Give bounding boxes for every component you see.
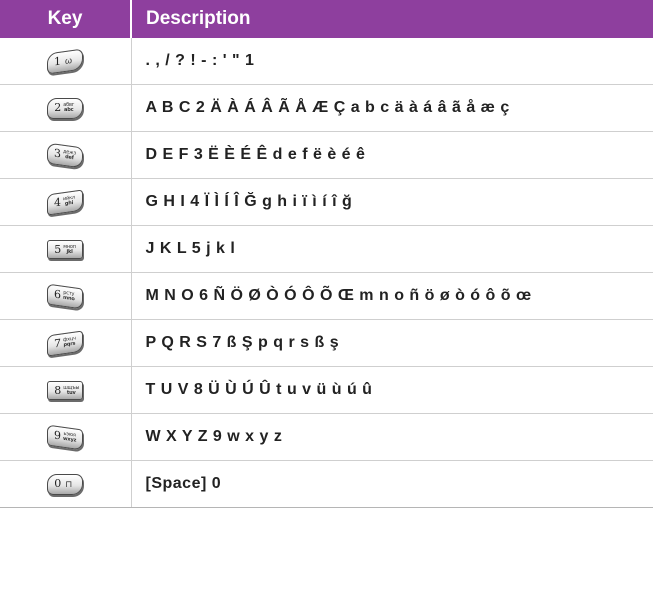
key-letters-latin: mno [63,294,75,302]
key-letters: дежз def [63,148,76,161]
key-letters: ьэюя wxyz [63,430,77,444]
key-4-icon: 4 ийкл ghi [47,188,84,216]
table-row: 6 рсту mno M N O 6 Ñ Ö Ø Ò Ó Ô Õ Œ m n o … [0,272,653,320]
description-cell: W X Y Z 9 w x y z [131,413,653,461]
voicemail-glyph: ω [65,54,73,66]
description-cell: . , / ? ! - : ' " 1 [131,38,653,85]
table-row: 5 мноп jkl J K L 5 j k l [0,225,653,273]
key-2-icon: 2 абвг abc [47,97,84,119]
key-cell: 8 шщъы tuv [0,366,132,414]
table-row: 7 фхцч pqrs P Q R S 7 ß Ş p q r s ß ş [0,319,653,367]
key-3-icon: 3 дежз def [47,141,84,169]
key-letters: рсту mno [63,289,75,302]
key-cell: 7 фхцч pqrs [0,319,132,367]
key-cell: 9 ьэюя wxyz [0,413,132,461]
table-row: 3 дежз def D E F 3 Ë È É Ê d e f ë è é ê [0,131,653,179]
table-row: 1 ω . , / ? ! - : ' " 1 [0,38,653,85]
table-header-row: Key Description [0,0,653,38]
key-letters: фхцч pqrs [63,335,76,348]
table-row: 0 ⊓ [Space] 0 [0,460,653,508]
description-cell: A B C 2 Ä À Á Â Ã Å Æ Ç a b c ä à á â ã … [131,84,653,132]
key-digit: 6 [54,286,62,301]
key-9-icon: 9 ьэюя wxyz [47,423,84,451]
key-digit: 2 [54,100,62,114]
space-glyph: ⊓ [65,478,73,489]
key-7-icon: 7 фхцч pqrs [47,329,84,357]
key-digit: 0 [54,476,62,490]
key-cell: 0 ⊓ [0,460,132,508]
key-digit: 1 [54,54,62,69]
key-1-icon: 1 ω [47,47,84,75]
key-digit: 7 [54,336,62,351]
key-letters-latin: abc [64,106,74,113]
description-cell: [Space] 0 [131,460,653,508]
key-cell: 6 рсту mno [0,272,132,320]
key-5-icon: 5 мноп jkl [47,239,84,259]
key-digit: 9 [54,427,62,442]
header-key: Key [0,0,132,38]
key-letters: ийкл ghi [63,194,75,207]
description-cell: G H I 4 Ï Ì Í Î Ğ g h i ï ì í î ğ [131,178,653,226]
key-8-icon: 8 шщъы tuv [47,380,84,400]
key-cell: 1 ω [0,38,132,85]
key-letters-latin: pqrs [63,340,76,348]
description-cell: M N O 6 Ñ Ö Ø Ò Ó Ô Õ Œ m n o ñ ö ø ò ó … [131,272,653,320]
description-cell: P Q R S 7 ß Ş p q r s ß ş [131,319,653,367]
key-letters-latin: wxyz [63,435,77,444]
key-cell: 3 дежз def [0,131,132,179]
key-digit: 5 [54,242,62,256]
key-letters: шщъы tuv [63,385,79,396]
key-letters-latin: tuv [66,389,76,396]
key-digit: 3 [54,145,62,160]
key-digit: 8 [54,383,62,397]
key-cell: 2 абвг abc [0,84,132,132]
key-letters-latin: ghi [65,199,74,207]
description-cell: T U V 8 Ü Ù Ú Û t u v ü ù ú û [131,366,653,414]
key-letters-latin: jkl [66,248,73,255]
key-cell: 4 ийкл ghi [0,178,132,226]
key-letters: мноп jkl [63,244,76,255]
table-row: 4 ийкл ghi G H I 4 Ï Ì Í Î Ğ g h i ï ì í … [0,178,653,226]
key-letters: абвг abc [63,102,74,113]
table-row: 9 ьэюя wxyz W X Y Z 9 w x y z [0,413,653,461]
description-cell: D E F 3 Ë È É Ê d e f ë è é ê [131,131,653,179]
key-0-icon: 0 ⊓ [47,473,84,495]
key-description-table: Key Description 1 ω . , / ? ! - : ' " 1 … [0,0,653,508]
key-6-icon: 6 рсту mno [47,282,84,310]
key-cell: 5 мноп jkl [0,225,132,273]
header-description: Description [131,0,653,38]
key-digit: 4 [54,195,62,210]
description-cell: J K L 5 j k l [131,225,653,273]
table-row: 8 шщъы tuv T U V 8 Ü Ù Ú Û t u v ü ù ú û [0,366,653,414]
table-row: 2 абвг abc A B C 2 Ä À Á Â Ã Å Æ Ç a b c … [0,84,653,132]
